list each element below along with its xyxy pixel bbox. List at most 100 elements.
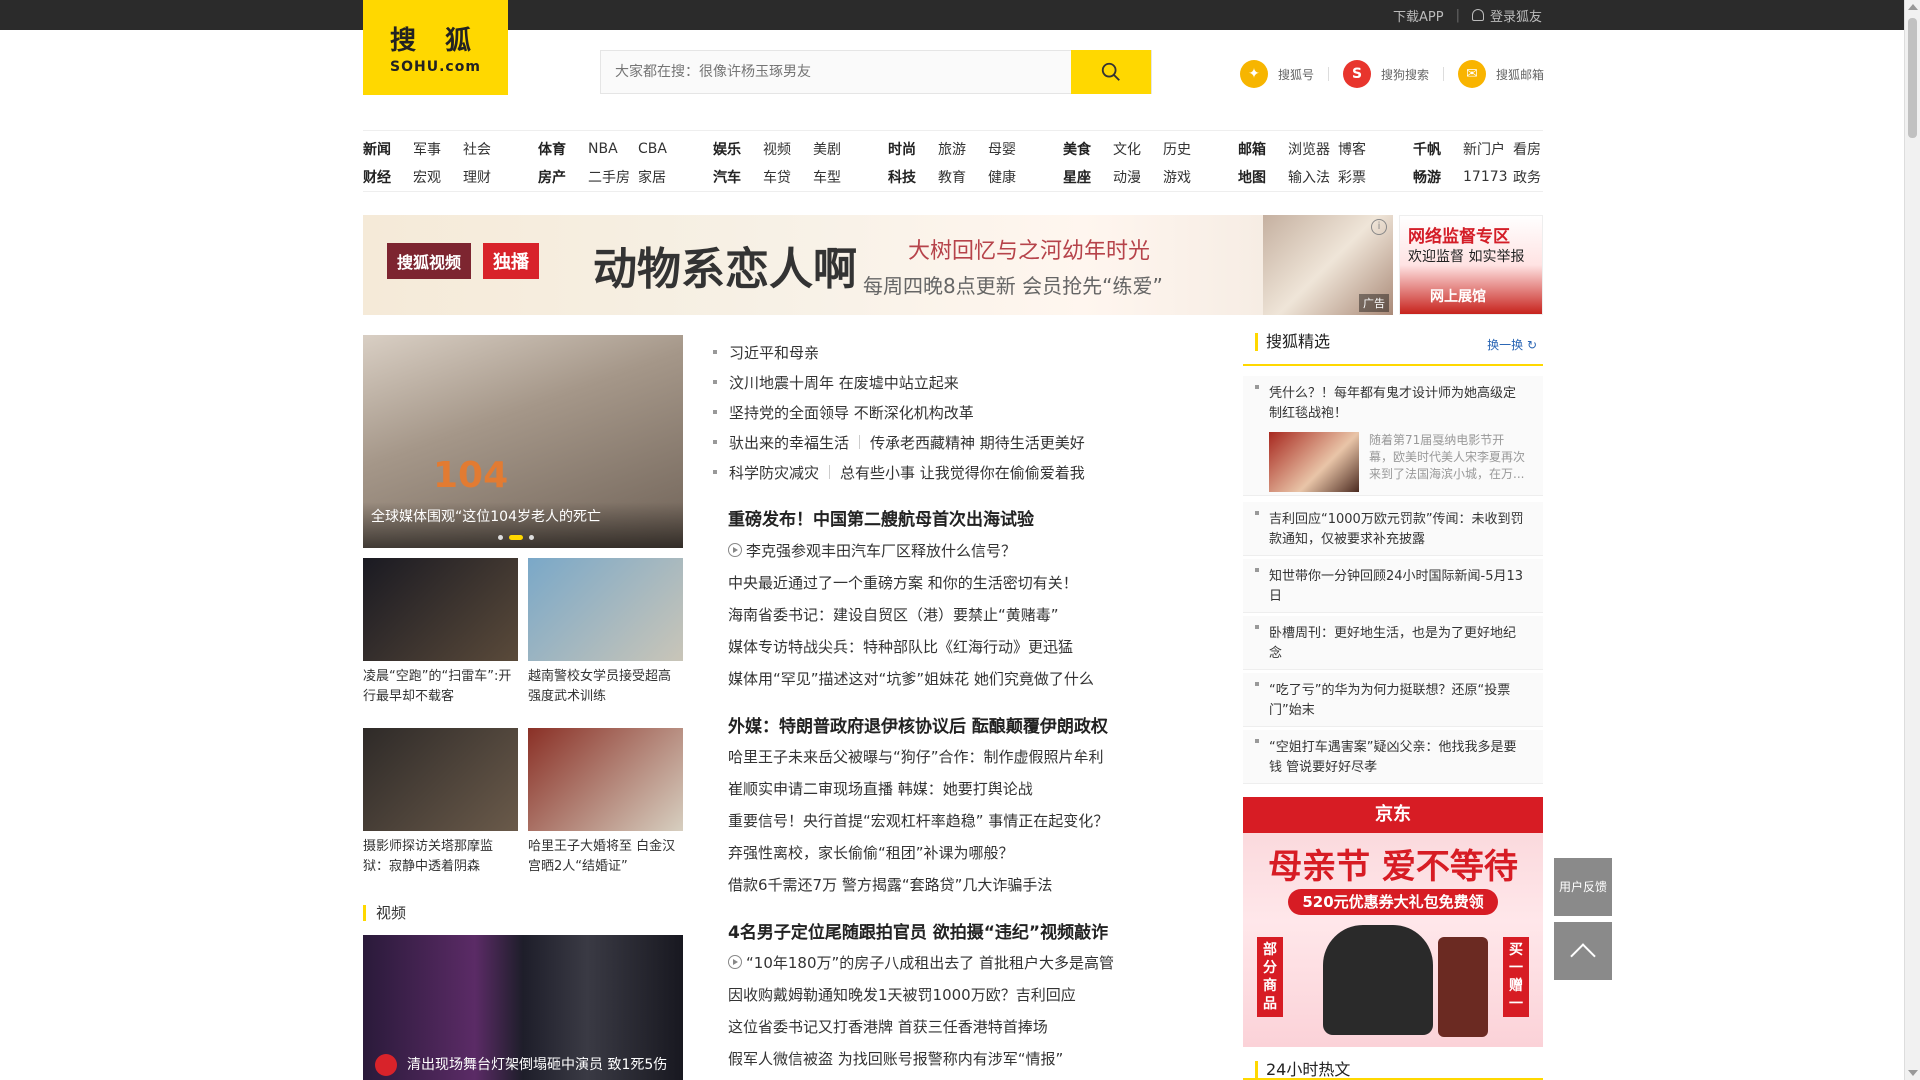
nav-item[interactable]: 彩票 <box>1338 167 1388 187</box>
nav-item[interactable]: 畅游 <box>1413 167 1463 187</box>
news-text[interactable]: 科学防灾减灾 <box>729 462 819 483</box>
nav-item[interactable]: 车贷 <box>763 167 813 187</box>
nav-item[interactable]: 游戏 <box>1163 167 1213 187</box>
nav-item[interactable]: 科技 <box>888 167 938 187</box>
vertical-scrollbar[interactable] <box>1904 0 1920 1080</box>
nav-item[interactable]: 车型 <box>813 167 863 187</box>
news-item[interactable]: 李克强参观丰田汽车厂区释放什么信号？ <box>728 538 1016 562</box>
nav-item[interactable]: 视频 <box>763 139 813 159</box>
side-ad[interactable]: 网络监督专区 欢迎监督 如实举报 网上展馆 <box>1399 215 1543 315</box>
header-link-mail[interactable]: ✉ 搜狐邮箱 <box>1458 60 1544 88</box>
nav-item[interactable]: 房产 <box>538 167 588 187</box>
nav-item[interactable]: 新闻 <box>363 139 413 159</box>
nav-item[interactable]: 历史 <box>1163 139 1213 159</box>
nav-item[interactable]: 邮箱 <box>1238 139 1288 159</box>
nav-item[interactable]: 家居 <box>638 167 688 187</box>
jd-ad[interactable]: 京东 母亲节 爱不等待 520元优惠券大礼包免费领 部分商品 买一赠一 <box>1243 797 1543 1047</box>
news-item[interactable]: “10年180万”的房子八成租出去了 首批租户大多是高管 <box>728 950 1114 974</box>
news-item[interactable]: 汶川地震十周年 在废墟中站立起来 <box>711 370 959 394</box>
photo-card[interactable]: 哈里王子大婚将至 白金汉宫晒2人“结婚证” <box>528 728 683 877</box>
slide-dot-active[interactable] <box>509 535 523 540</box>
header-link-sohu-account[interactable]: ✦ 搜狐号 <box>1240 60 1314 88</box>
headline[interactable]: 4名男子定位尾随跟拍官员 欲拍摄“违纪”视频敲诈 <box>728 918 1108 943</box>
slide-dot[interactable] <box>529 535 534 540</box>
news-item[interactable]: 借款6千需还7万 警方揭露“套路贷”几大诈骗手法 <box>728 872 1052 896</box>
headline[interactable]: 重磅发布！中国第二艘航母首次出海试验 <box>728 505 1034 530</box>
nav-item[interactable]: 宏观 <box>413 167 463 187</box>
nav-item[interactable]: 汽车 <box>713 167 763 187</box>
nav-item[interactable]: 星座 <box>1063 167 1113 187</box>
nav-item[interactable]: 教育 <box>938 167 988 187</box>
nav-item[interactable]: 美食 <box>1063 139 1113 159</box>
nav-item[interactable]: 体育 <box>538 139 588 159</box>
video-banner-ad[interactable]: 搜狐视频 独播 动物系恋人啊 大树回忆与之河幼年时光 每周四晚8点更新 会员抢先… <box>363 215 1393 315</box>
nav-item[interactable]: 博客 <box>1338 139 1388 159</box>
nav-item[interactable]: 娱乐 <box>713 139 763 159</box>
nav-item[interactable]: 新门户 <box>1463 139 1513 159</box>
picks-item[interactable]: “空姐打车遇害案”疑凶父亲：他找我多是要钱 管说要好好尽孝 <box>1243 730 1543 784</box>
focus-slideshow[interactable]: 104 全球媒体围观“这位104岁老人的死亡 <box>363 335 683 548</box>
nav-item[interactable]: 看房 <box>1513 139 1563 159</box>
photo-card[interactable]: 越南警校女学员接受超高强度武术训练 <box>528 558 683 707</box>
nav-item[interactable]: 旅游 <box>938 139 988 159</box>
picks-item[interactable]: “吃了亏”的华为为何力挺联想？还原“投票门”始末 <box>1243 673 1543 727</box>
news-item[interactable]: 因收购戴姆勒通知晚发1天被罚1000万欧？吉利回应 <box>728 982 1076 1006</box>
nav-item[interactable]: 军事 <box>413 139 463 159</box>
nav-item[interactable]: CBA <box>638 141 688 157</box>
scroll-down-arrow-icon[interactable] <box>1908 1070 1918 1076</box>
nav-item[interactable]: 财经 <box>363 167 413 187</box>
news-item[interactable]: 假军人微信被盗 为找回账号报警称内有涉军“情报” <box>728 1046 1063 1070</box>
nav-item[interactable]: 文化 <box>1113 139 1163 159</box>
header-link-sogou[interactable]: S 搜狗搜索 <box>1343 60 1429 88</box>
scroll-up-arrow-icon[interactable] <box>1908 4 1918 10</box>
info-icon[interactable]: i <box>1371 219 1387 235</box>
refresh-button[interactable]: 换一换 ↻ <box>1487 336 1537 353</box>
nav-item[interactable]: 输入法 <box>1288 167 1338 187</box>
nav-item[interactable]: 二手房 <box>588 167 638 187</box>
nav-item[interactable]: NBA <box>588 141 638 157</box>
news-item[interactable]: 弃强性离校，家长偷偷“租团”补课为哪般？ <box>728 840 1014 864</box>
news-item[interactable]: 坚持党的全面领导 不断深化机构改革 <box>711 400 974 424</box>
news-text[interactable]: 传承老西藏精神 期待生活更美好 <box>870 432 1085 453</box>
slide-dot[interactable] <box>498 535 503 540</box>
news-item[interactable]: 媒体用“罕见”描述这对“坑爹”姐妹花 她们究竟做了什么 <box>728 666 1094 690</box>
back-to-top-button[interactable] <box>1554 922 1612 980</box>
sohu-logo[interactable]: 搜 狐 SOHU.com <box>363 0 508 95</box>
news-item[interactable]: 海南省委书记：建设自贸区（港）要禁止“黄赌毒” <box>728 602 1059 626</box>
nav-item[interactable]: 母婴 <box>988 139 1038 159</box>
nav-item[interactable]: 社会 <box>463 139 513 159</box>
picks-item[interactable]: 凭什么？！每年都有鬼才设计师为她高级定制红毯战袍！ 随着第71届戛纳电影节开幕，… <box>1243 376 1543 496</box>
nav-item[interactable]: 浏览器 <box>1288 139 1338 159</box>
nav-item[interactable]: 美剧 <box>813 139 863 159</box>
nav-item[interactable]: 17173 <box>1463 169 1513 185</box>
nav-item[interactable]: 政务 <box>1513 167 1563 187</box>
feedback-button[interactable]: 用户反馈 <box>1554 858 1612 916</box>
scrollbar-thumb[interactable] <box>1908 18 1917 138</box>
picks-item[interactable]: 知世带你一分钟回顾24小时国际新闻-5月13日 <box>1243 559 1543 613</box>
news-text[interactable]: 总有些小事 让我觉得你在偷偷爱着我 <box>840 462 1085 483</box>
nav-item[interactable]: 地图 <box>1238 167 1288 187</box>
search-input[interactable] <box>601 51 1073 93</box>
news-text[interactable]: 驮出来的幸福生活 <box>729 432 849 453</box>
news-item[interactable]: 这位省委书记又打香港牌 首获三任香港特首捧场 <box>728 1014 1048 1038</box>
news-item[interactable]: 中央最近通过了一个重磅方案 和你的生活密切有关！ <box>728 570 1078 594</box>
photo-card[interactable]: 凌晨“空跑”的“扫雷车”:开行最早却不载客 <box>363 558 518 707</box>
nav-item[interactable]: 时尚 <box>888 139 938 159</box>
news-item[interactable]: 习近平和母亲 <box>711 340 819 364</box>
news-item[interactable]: 崔顺实申请二审现场直播 韩媒：她要打舆论战 <box>728 776 1033 800</box>
video-card[interactable]: 清出现场舞台灯架倒塌砸中演员 致1死5伤 <box>363 935 683 1080</box>
photo-card[interactable]: 摄影师探访关塔那摩监狱：寂静中透着阴森 <box>363 728 518 877</box>
login-link[interactable]: 登录狐友 <box>1490 6 1542 25</box>
search-button[interactable] <box>1071 50 1151 94</box>
news-item[interactable]: 媒体专访特战尖兵：特种部队比《红海行动》更迅猛 <box>728 634 1073 658</box>
download-app-link[interactable]: 下载APP <box>1393 6 1444 25</box>
nav-item[interactable]: 健康 <box>988 167 1038 187</box>
picks-item[interactable]: 吉利回应“1000万欧元罚款”传闻：未收到罚款通知，仅被要求补充披露 <box>1243 502 1543 556</box>
news-item[interactable]: 哈里王子未来岳父被曝与“狗仔”合作：制作虚假照片牟利 <box>728 744 1104 768</box>
picks-item[interactable]: 卧槽周刊：更好地生活，也是为了更好地纪念 <box>1243 616 1543 670</box>
news-item[interactable]: 重要信号！央行首提“宏观杠杆率趋稳” 事情正在起变化？ <box>728 808 1108 832</box>
nav-item[interactable]: 千帆 <box>1413 139 1463 159</box>
nav-item[interactable]: 理财 <box>463 167 513 187</box>
headline[interactable]: 外媒：特朗普政府退伊核协议后 酝酿颠覆伊朗政权 <box>728 712 1108 737</box>
nav-item[interactable]: 动漫 <box>1113 167 1163 187</box>
